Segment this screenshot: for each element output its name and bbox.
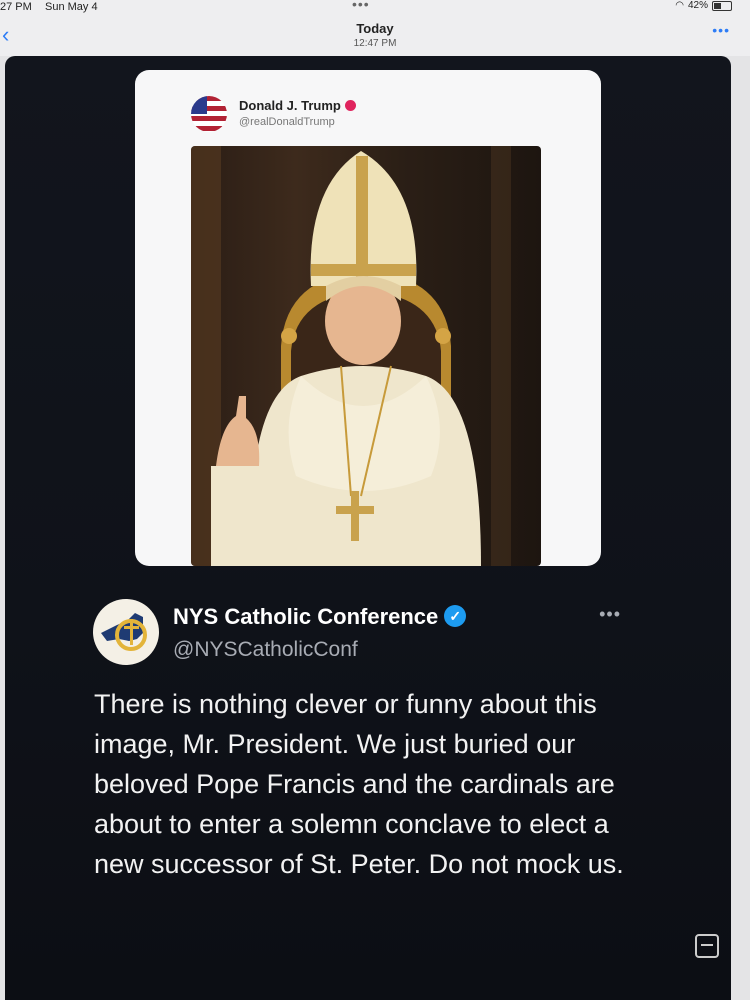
- multitask-dots-icon[interactable]: •••: [352, 0, 370, 12]
- status-bar: 27 PM Sun May 4 ••• ◠ 42%: [0, 0, 750, 16]
- header-time: 12:47 PM: [353, 38, 397, 49]
- message-image[interactable]: Donald J. Trump @realDonaldTrump NYS Cat…: [5, 56, 731, 1000]
- verified-badge-icon: ✓: [444, 605, 467, 628]
- wifi-icon: ◠: [675, 0, 684, 11]
- quoted-author-avatar: [191, 96, 227, 132]
- header-title: Today: [356, 21, 394, 36]
- more-icon[interactable]: •••: [712, 22, 730, 38]
- status-time: 27 PM: [0, 1, 32, 13]
- author-handle[interactable]: @NYSCatholicConf: [173, 638, 358, 662]
- quoted-author-handle: @realDonaldTrump: [239, 116, 335, 128]
- new-york-state-logo-icon: [96, 602, 156, 662]
- quoted-author-name: Donald J. Trump: [239, 98, 356, 113]
- status-indicators: ◠ 42%: [675, 0, 732, 11]
- author-name[interactable]: NYS Catholic Conference ✓: [173, 604, 467, 630]
- quoted-post-image: [191, 146, 541, 566]
- live-text-icon[interactable]: [695, 934, 719, 958]
- battery-icon: [712, 0, 732, 11]
- battery-percent: 42%: [687, 0, 708, 11]
- verified-badge-icon: [344, 100, 356, 112]
- author-avatar[interactable]: [93, 599, 159, 665]
- status-date: Sun May 4: [45, 1, 98, 13]
- conversation-header: ‹ Today 12:47 PM •••: [0, 16, 750, 56]
- pope-illustration: [191, 146, 511, 566]
- post-text: There is nothing clever or funny about t…: [94, 689, 624, 879]
- post-more-icon[interactable]: •••: [599, 604, 621, 625]
- quoted-post-card: Donald J. Trump @realDonaldTrump: [135, 70, 601, 566]
